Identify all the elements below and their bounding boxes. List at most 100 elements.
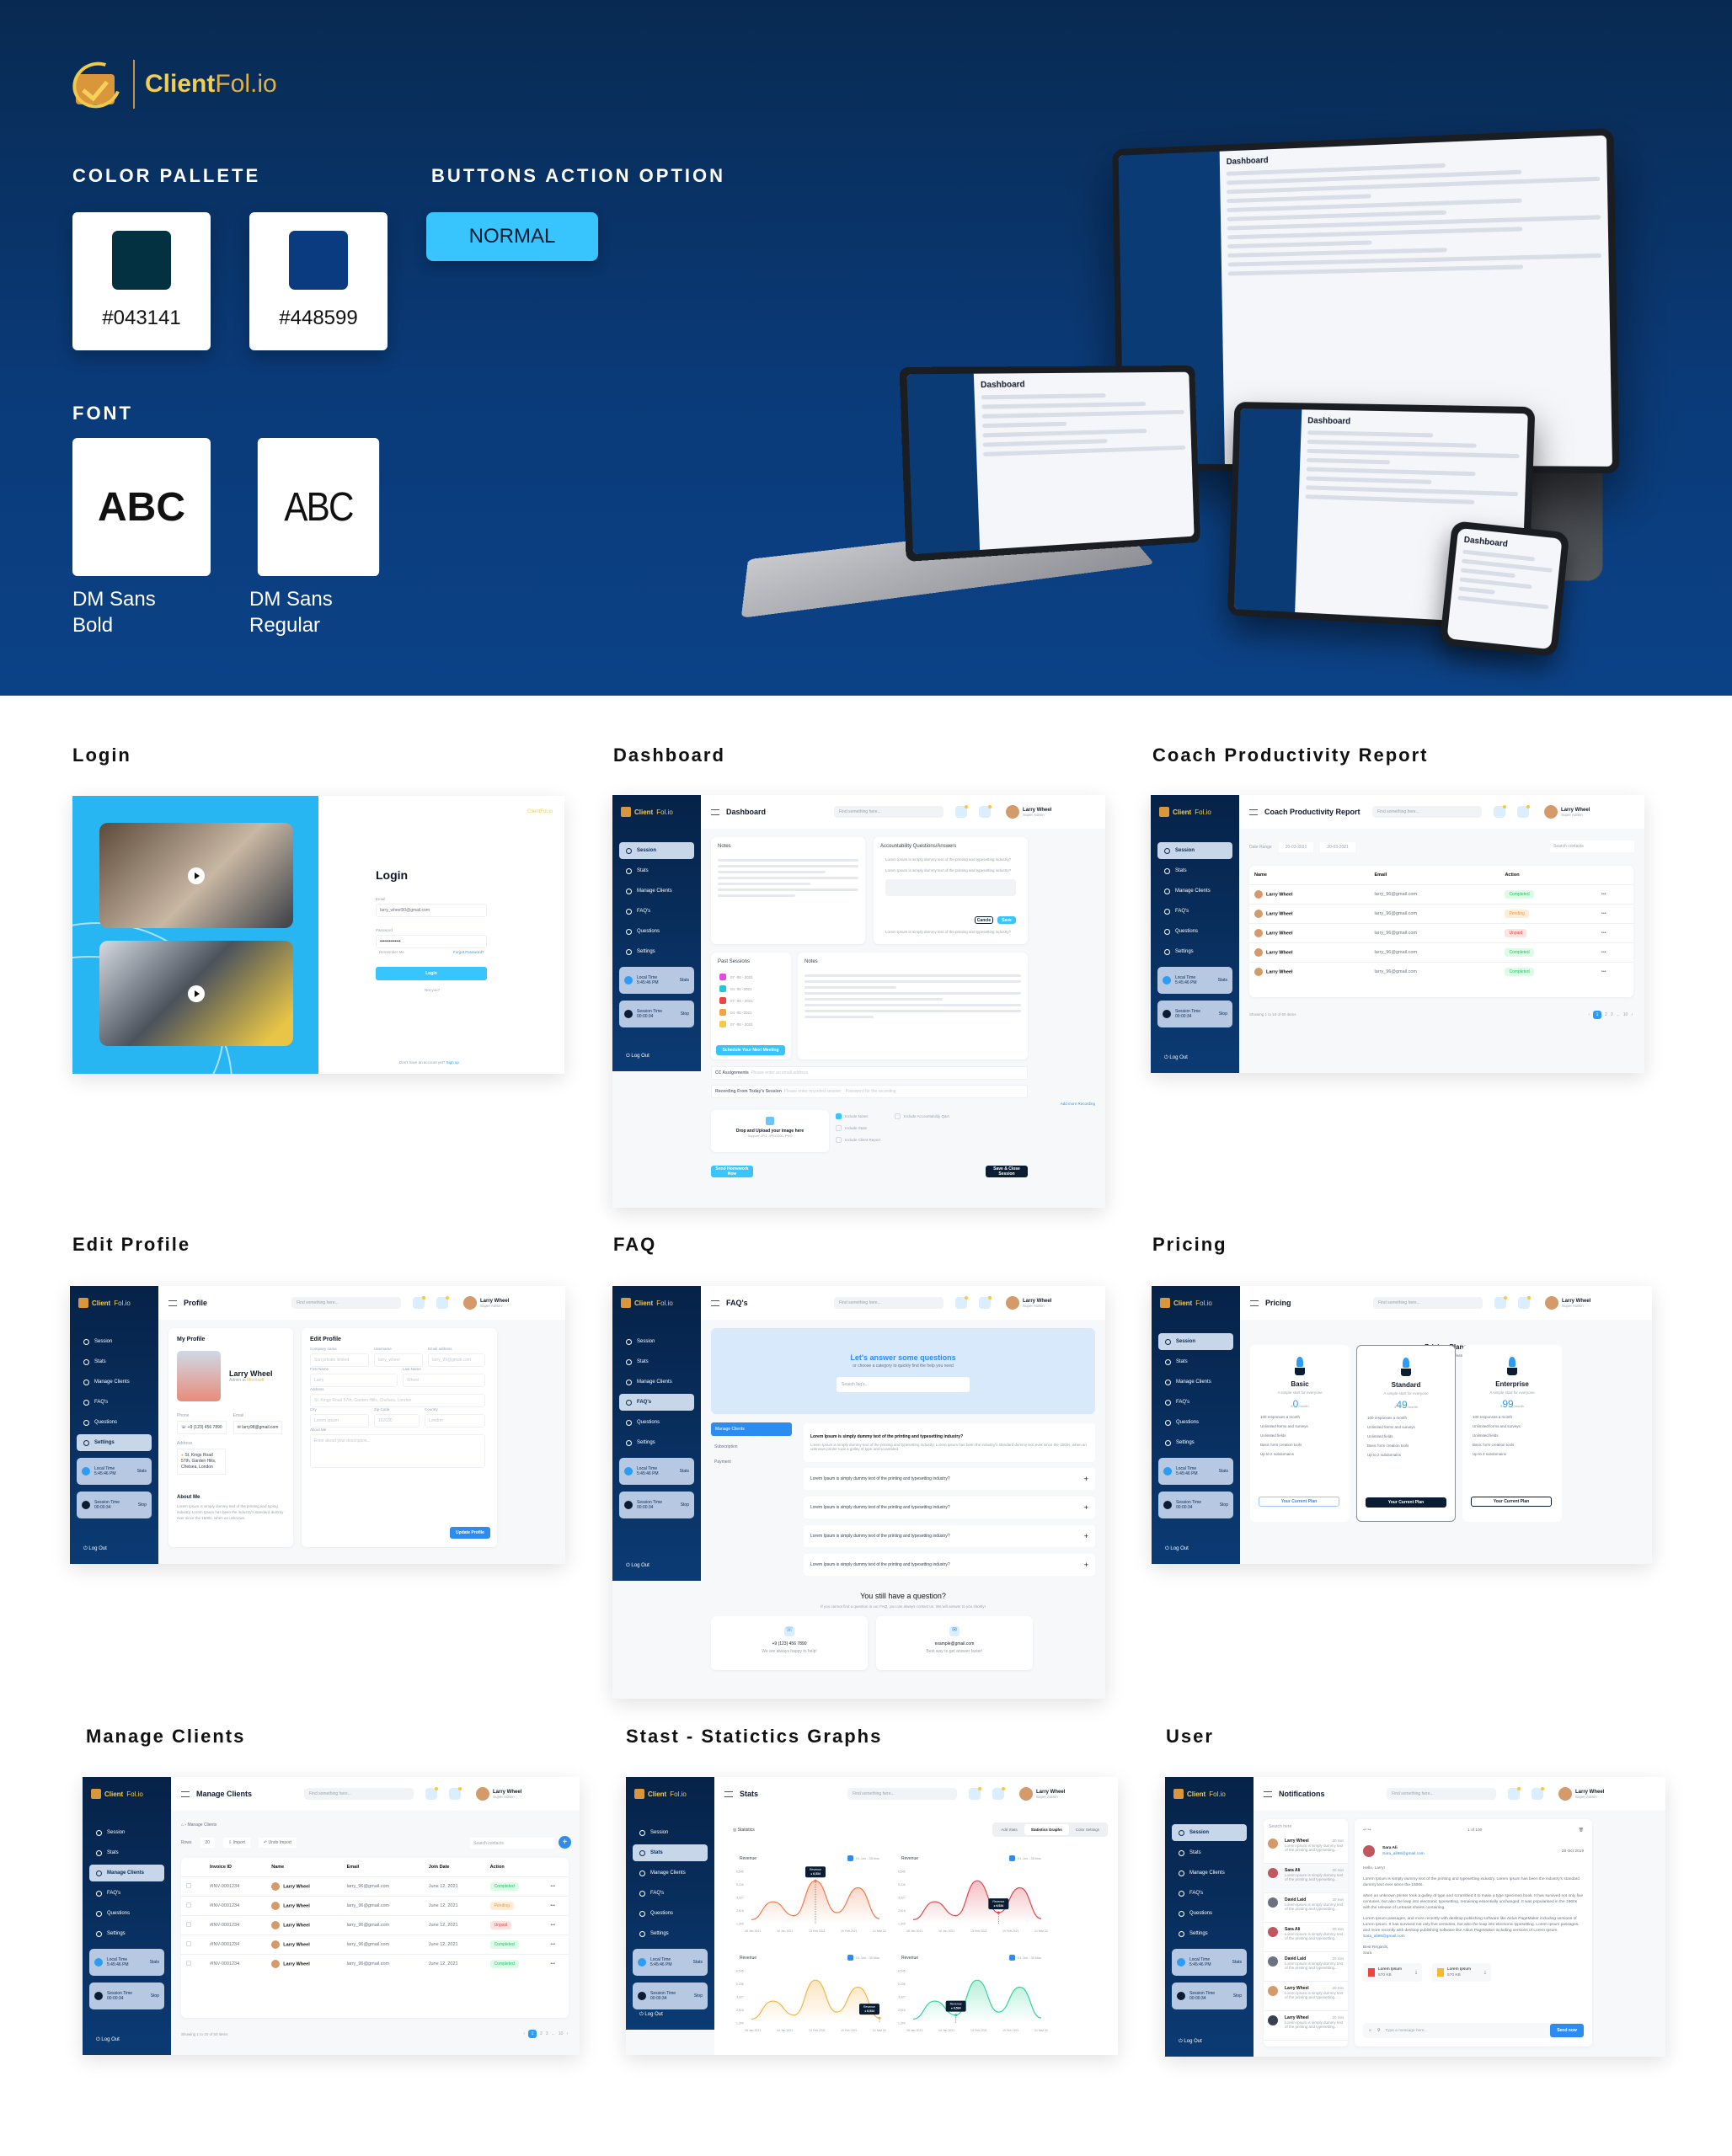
message-item[interactable]: Larry Wheel 20 min Lorem Ipsum is simply d… bbox=[1264, 1834, 1348, 1864]
chat-icon[interactable] bbox=[436, 1296, 449, 1309]
logout-button[interactable]: ⏻ Log Out bbox=[83, 1546, 107, 1552]
sidebar-item-manage-clients[interactable]: Manage Clients bbox=[619, 1374, 694, 1390]
sidebar-item-manage-clients[interactable]: Manage Clients bbox=[1172, 1865, 1247, 1881]
faq-item[interactable]: Lorem Ipsum is simply dummy text of the … bbox=[804, 1497, 1095, 1518]
bell-icon[interactable] bbox=[1494, 1296, 1507, 1309]
sidebar-item-session[interactable]: Session bbox=[1157, 842, 1232, 859]
search-input[interactable]: Find something here... bbox=[304, 1788, 414, 1800]
schedule-meeting-button[interactable]: Schedule Your Next Meeting bbox=[716, 1045, 785, 1055]
bell-icon[interactable] bbox=[1508, 1787, 1521, 1800]
sidebar-item-faqs[interactable]: FAQ's bbox=[619, 903, 694, 920]
user-menu[interactable]: Larry Wheel Super Admin bbox=[1545, 1296, 1590, 1310]
table-row[interactable]: Larry Wheel larry_96@gmail.com Completed ••… bbox=[1249, 962, 1633, 981]
sidebar-item-questions[interactable]: Questions bbox=[1157, 923, 1232, 940]
page-1[interactable]: 1 bbox=[1593, 1011, 1602, 1019]
user-menu[interactable]: Larry Wheel Super Admin bbox=[1558, 1787, 1604, 1801]
checkbox-icon[interactable] bbox=[836, 1137, 842, 1143]
bell-icon[interactable] bbox=[955, 1296, 968, 1309]
sidebar-item-settings[interactable]: Settings bbox=[633, 1925, 708, 1942]
profile-input-about-me[interactable]: Enter about your description... bbox=[310, 1434, 485, 1468]
message-item[interactable]: Larry Wheel 20 min Lorem Ipsum is simply d… bbox=[1264, 1982, 1348, 2011]
table-row[interactable]: Larry Wheel larry_96@gmail.com Completed ••… bbox=[1249, 942, 1633, 963]
recording-field[interactable]: Recording From Today's Session Please en… bbox=[711, 1085, 1028, 1098]
local-time-stats-button[interactable]: Stats bbox=[1232, 1960, 1242, 1965]
bell-icon[interactable] bbox=[955, 805, 968, 818]
sidebar-item-questions[interactable]: Questions bbox=[619, 1414, 694, 1431]
home-icon[interactable]: ⌂ bbox=[181, 1822, 184, 1828]
sidebar-item-faqs[interactable]: FAQ's bbox=[619, 1394, 694, 1411]
sidebar-item-session[interactable]: Session bbox=[89, 1824, 164, 1841]
menu-icon[interactable] bbox=[1250, 1299, 1259, 1306]
user-menu[interactable]: Larry Wheel Super Admin bbox=[463, 1296, 509, 1310]
bell-icon[interactable] bbox=[1494, 805, 1506, 818]
sidebar-item-stats[interactable]: Stats bbox=[619, 1353, 694, 1370]
faq-category-manage-clients[interactable]: Manage Clients bbox=[711, 1422, 792, 1436]
search-input[interactable]: Find something here... bbox=[847, 1788, 957, 1800]
past-session-item[interactable]: 04 -05 -2021 bbox=[711, 1006, 791, 1018]
more-actions-icon[interactable]: ••• bbox=[545, 1876, 569, 1897]
upload-dropzone[interactable]: Drop and Upload your image here Support … bbox=[711, 1110, 829, 1152]
sidebar-item-session[interactable]: Session bbox=[1172, 1824, 1247, 1841]
menu-icon[interactable] bbox=[724, 1790, 733, 1797]
search-contacts-input[interactable]: Search contacts bbox=[1550, 841, 1634, 852]
sidebar-item-manage-clients[interactable]: Manage Clients bbox=[619, 883, 694, 899]
session-stop-button[interactable]: Stop bbox=[1233, 1993, 1242, 1999]
sidebar-item-session[interactable]: Session bbox=[619, 842, 694, 859]
past-session-item[interactable]: 07 -08 - 2021 bbox=[711, 971, 791, 983]
include-checkbox[interactable]: Include Client Report bbox=[836, 1137, 880, 1143]
message-email-link[interactable]: Sara_ali98@gmail.com bbox=[1363, 1934, 1584, 1940]
answer-textarea[interactable] bbox=[885, 879, 1016, 896]
message-item[interactable]: David Laid 20 min Lorem Ipsum is simply du… bbox=[1264, 1952, 1348, 1982]
page-3[interactable]: 3 bbox=[1611, 1012, 1613, 1017]
local-time-stats-button[interactable]: Stats bbox=[680, 1469, 689, 1474]
message-item[interactable]: David Laid 20 min Lorem Ipsum is simply du… bbox=[1264, 1893, 1348, 1923]
sidebar-item-manage-clients[interactable]: Manage Clients bbox=[1157, 883, 1232, 899]
send-homework-button[interactable]: Send Homework Now bbox=[711, 1166, 753, 1177]
more-actions-icon[interactable]: ••• bbox=[545, 1954, 569, 1973]
menu-icon[interactable] bbox=[168, 1299, 177, 1306]
session-stop-button[interactable]: Stop bbox=[1220, 1502, 1228, 1508]
more-actions-icon[interactable]: ••• bbox=[1596, 942, 1633, 963]
profile-input-zip-code[interactable]: 102030 bbox=[374, 1414, 420, 1428]
date-from-input[interactable]: 20-03-2021 bbox=[1278, 842, 1314, 852]
faq-category-payment[interactable]: Payment bbox=[714, 1460, 731, 1465]
cancel-button[interactable]: Cancle bbox=[975, 916, 993, 924]
plus-icon[interactable]: + bbox=[1084, 1475, 1088, 1483]
faq-item-open[interactable]: Lorem Ipsum is simply dummy text of the … bbox=[804, 1423, 1095, 1462]
session-stop-button[interactable]: Stop bbox=[151, 1993, 159, 1999]
logout-button[interactable]: ⏻ Log Out bbox=[626, 1563, 650, 1569]
cc-assignments-field[interactable]: CC Assignments Please enter an email add… bbox=[711, 1066, 1028, 1080]
contact-phone-card[interactable]: ☏ +9 (123) 456 7890 We are always happy to… bbox=[711, 1616, 868, 1670]
message-item[interactable]: Larry Wheel 20 min Lorem Ipsum is simply d… bbox=[1264, 2011, 1348, 2041]
table-row[interactable]: Larry Wheel larry_96@gmail.com Completed ••… bbox=[1249, 884, 1633, 905]
more-actions-icon[interactable]: ••• bbox=[1596, 904, 1633, 924]
normal-button-sample[interactable]: NORMAL bbox=[426, 212, 598, 261]
reply-icon[interactable]: ↩ ↪ bbox=[1363, 1828, 1371, 1833]
sidebar-item-questions[interactable]: Questions bbox=[1172, 1905, 1247, 1922]
local-time-stats-button[interactable]: Stats bbox=[1219, 1469, 1228, 1474]
user-menu[interactable]: Larry Wheel Super Admin bbox=[1019, 1787, 1065, 1801]
chat-icon[interactable] bbox=[449, 1787, 462, 1800]
sidebar-item-settings[interactable]: Settings bbox=[1172, 1925, 1247, 1942]
menu-icon[interactable] bbox=[711, 808, 719, 815]
sidebar-item-settings[interactable]: Settings bbox=[619, 1434, 694, 1451]
search-input[interactable]: Find something here... bbox=[834, 1297, 944, 1309]
profile-input-company-name[interactable]: Sun private limited bbox=[310, 1353, 369, 1367]
chat-icon[interactable] bbox=[1518, 1296, 1531, 1309]
message-search-input[interactable]: Search here bbox=[1264, 1819, 1348, 1834]
not-you-link[interactable]: Not you? bbox=[425, 988, 440, 992]
user-menu[interactable]: Larry Wheel Super Admin bbox=[1006, 1296, 1051, 1310]
prev-page-icon[interactable]: ‹ bbox=[523, 2031, 525, 2036]
row-checkbox[interactable] bbox=[181, 1935, 205, 1955]
checkbox-icon[interactable] bbox=[186, 1883, 191, 1888]
menu-icon[interactable] bbox=[711, 1299, 719, 1306]
more-actions-icon[interactable]: ••• bbox=[1596, 884, 1633, 905]
sidebar-item-stats[interactable]: Stats bbox=[1172, 1844, 1247, 1861]
sidebar-item-session[interactable]: Session bbox=[1158, 1333, 1233, 1350]
email-field[interactable]: larry_wheel90@gmail.com bbox=[376, 904, 487, 917]
download-icon[interactable]: ⤓ bbox=[1484, 1970, 1486, 1976]
sidebar-item-stats[interactable]: Stats bbox=[633, 1844, 708, 1861]
sidebar-item-faqs[interactable]: FAQ's bbox=[77, 1394, 152, 1411]
faq-search-input[interactable]: Search faq's... bbox=[837, 1377, 970, 1392]
remember-me-checkbox[interactable]: Remember Me bbox=[379, 950, 404, 954]
